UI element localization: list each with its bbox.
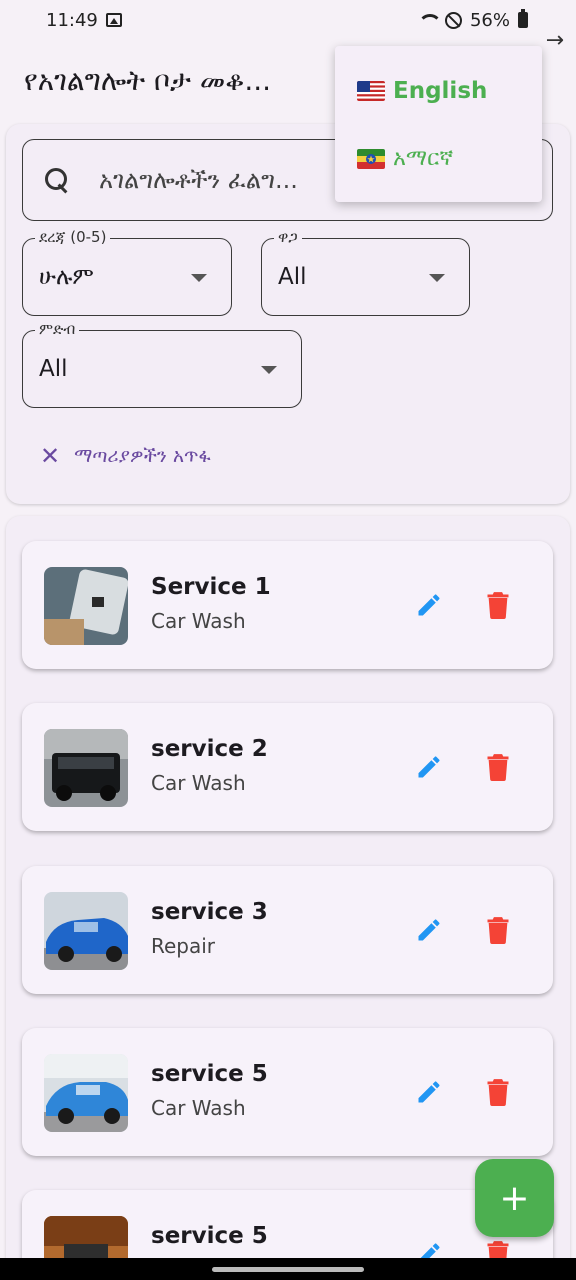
edit-icon[interactable] xyxy=(415,591,443,619)
page-title: የአገልግሎት ቦታ መቆ... xyxy=(24,64,272,97)
delete-icon[interactable] xyxy=(486,591,510,619)
menu-item-english[interactable]: English xyxy=(357,78,487,104)
language-menu: English አማርኛ xyxy=(335,46,542,202)
home-gesture-handle[interactable] xyxy=(212,1267,364,1272)
system-nav-bar xyxy=(0,1258,576,1280)
status-time: 11:49 xyxy=(46,9,98,31)
delete-icon[interactable] xyxy=(486,916,510,944)
clear-filters-label: ማጣሪያዎችን አጥፋ xyxy=(74,445,211,467)
ethiopia-flag-icon xyxy=(357,148,385,169)
service-thumbnail xyxy=(44,1054,128,1132)
menu-item-label: English xyxy=(393,78,488,104)
service-title: service 3 xyxy=(151,899,268,925)
service-category: Car Wash xyxy=(151,1096,246,1120)
price-label: ዋጋ xyxy=(274,228,302,246)
battery-icon xyxy=(518,9,528,28)
service-category: Repair xyxy=(151,934,216,958)
menu-item-amharic[interactable]: አማርኛ xyxy=(357,146,453,171)
wifi-icon xyxy=(417,12,442,28)
battery-percent: 56% xyxy=(469,9,510,31)
clear-filters-button[interactable]: ✕ ማጣሪያዎችን አጥፋ xyxy=(40,442,211,470)
price-value: All xyxy=(278,264,307,290)
service-thumbnail xyxy=(44,892,128,970)
service-item[interactable]: service 3 Repair xyxy=(22,866,553,994)
category-value: All xyxy=(39,356,68,382)
status-bar: 11:49 56% xyxy=(0,0,576,40)
arrow-right-icon[interactable]: → xyxy=(546,28,564,53)
do-not-disturb-icon xyxy=(444,11,462,29)
service-title: service 5 xyxy=(151,1061,268,1087)
category-label: ምድብ xyxy=(35,320,80,338)
service-item[interactable]: service 2 Car Wash xyxy=(22,703,553,831)
price-dropdown[interactable]: ዋጋ All xyxy=(261,228,470,316)
service-title: service 5 xyxy=(151,1223,268,1249)
menu-item-label: አማርኛ xyxy=(393,146,454,171)
us-flag-icon xyxy=(357,81,385,101)
close-icon: ✕ xyxy=(40,442,61,470)
edit-icon[interactable] xyxy=(415,753,443,781)
service-thumbnail xyxy=(44,729,128,807)
dropdown-caret-icon xyxy=(191,274,207,282)
service-thumbnail xyxy=(44,567,128,645)
edit-icon[interactable] xyxy=(415,916,443,944)
add-service-button[interactable]: + xyxy=(475,1159,554,1237)
service-category: Car Wash xyxy=(151,609,246,633)
dropdown-caret-icon xyxy=(429,274,445,282)
plus-icon: + xyxy=(499,1177,530,1219)
rating-label: ደረጃ (0-5) xyxy=(35,228,111,246)
category-dropdown[interactable]: ምድብ All xyxy=(22,320,302,408)
edit-icon[interactable] xyxy=(415,1078,443,1106)
service-item[interactable]: Service 1 Car Wash xyxy=(22,541,553,669)
search-icon xyxy=(43,166,71,194)
delete-icon[interactable] xyxy=(486,1078,510,1106)
service-title: service 2 xyxy=(151,736,268,762)
service-title: Service 1 xyxy=(151,574,271,600)
gallery-notification-icon xyxy=(105,13,122,27)
delete-icon[interactable] xyxy=(486,753,510,781)
service-item[interactable]: service 5 Car Wash xyxy=(22,1028,553,1156)
service-category: Car Wash xyxy=(151,771,246,795)
rating-value: ሁሉም xyxy=(39,264,94,290)
dropdown-caret-icon xyxy=(261,366,277,374)
rating-dropdown[interactable]: ደረጃ (0-5) ሁሉም xyxy=(22,228,232,316)
